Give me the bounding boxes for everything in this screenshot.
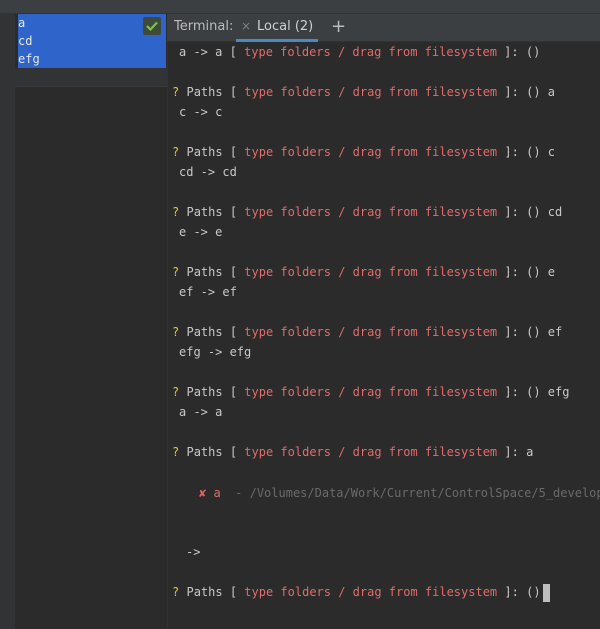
terminal-tab-bar: Terminal: × Local (2) + (167, 14, 600, 42)
tab-local[interactable]: × Local (2) (236, 14, 318, 42)
prompt-line: ? Paths [ type folders / drag from files… (172, 205, 563, 219)
tab-local-label[interactable]: Local (2) (257, 19, 313, 34)
autocomplete-popup[interactable]: a cd efg (18, 14, 166, 68)
error-icon: ✘ (199, 486, 207, 500)
arrow-line: -> (186, 545, 201, 559)
answer-line: a -> a (179, 405, 223, 419)
answer-line: efg -> efg (179, 345, 252, 359)
text-cursor (542, 583, 550, 602)
prompt-line: ? Paths [ type folders / drag from files… (172, 265, 555, 279)
popup-item-a[interactable]: a (18, 14, 25, 32)
left-panel (15, 14, 168, 629)
prompt-line: ? Paths [ type folders / drag from files… (172, 385, 570, 399)
left-panel-footer (15, 68, 167, 87)
editor-gutter (0, 14, 16, 629)
prompt-line: ? Paths [ type folders / drag from files… (172, 325, 563, 339)
answer-line: ef -> ef (179, 285, 237, 299)
add-tab-icon[interactable]: + (331, 16, 346, 37)
answer-line: c -> c (179, 105, 223, 119)
active-prompt-line[interactable]: ? Paths [ type folders / drag from files… (172, 582, 550, 602)
prompt-line: ? Paths [ type folders / drag from files… (172, 85, 555, 99)
popup-item-efg[interactable]: efg (18, 50, 40, 68)
check-icon[interactable] (143, 17, 161, 35)
answer-line: e -> e (179, 225, 223, 239)
terminal-line: a -> a [ type folders / drag from filesy… (179, 45, 541, 59)
prompt-line: ? Paths [ type folders / drag from files… (172, 445, 534, 459)
answer-line: cd -> cd (179, 165, 237, 179)
terminal-output[interactable]: a -> a [ type folders / drag from filesy… (167, 42, 600, 629)
close-icon[interactable]: × (241, 19, 251, 33)
error-line: ✘ a - /Volumes/Data/Work/Current/Control… (199, 486, 600, 500)
terminal-title: Terminal: (174, 19, 234, 34)
window-top-bar (0, 0, 600, 14)
popup-item-cd[interactable]: cd (18, 32, 32, 50)
prompt-line: ? Paths [ type folders / drag from files… (172, 145, 555, 159)
